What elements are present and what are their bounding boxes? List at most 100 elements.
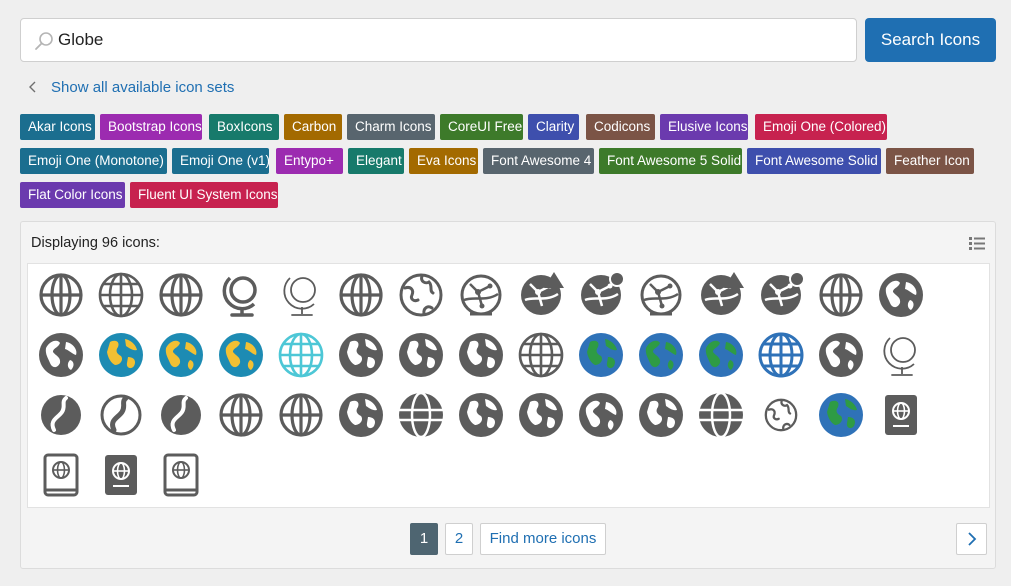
passport-outline-icon (163, 453, 199, 497)
back-link-label: Show all available icon sets (51, 78, 235, 96)
earth-asia-blue-icon (639, 333, 683, 377)
icon-tile[interactable] (35, 449, 87, 501)
icon-tile[interactable] (635, 269, 687, 321)
page-2-button[interactable]: 2 (445, 523, 473, 555)
icon-tile[interactable] (35, 329, 87, 381)
icon-tile[interactable] (515, 389, 567, 441)
list-view-icon[interactable] (968, 234, 986, 252)
earth-africa-icon (879, 273, 923, 317)
icon-set-tag[interactable]: Font Awesome 5 Solid (599, 148, 742, 174)
globe-icon (219, 393, 263, 437)
icon-tile[interactable] (395, 329, 447, 381)
icon-tile[interactable] (695, 269, 747, 321)
icon-tile[interactable] (455, 389, 507, 441)
icon-set-tag[interactable]: Emoji One (v1) (172, 148, 270, 174)
search-input[interactable] (58, 23, 838, 57)
icon-set-tag[interactable]: Elusive Icons (660, 114, 748, 140)
desk-globe-outline-icon (283, 277, 316, 316)
globe-network-icon (640, 274, 682, 316)
icon-tile[interactable] (155, 269, 207, 321)
icon-tile[interactable] (635, 329, 687, 381)
desk-globe-icon (222, 276, 257, 317)
icon-set-tag[interactable]: Carbon (284, 114, 342, 140)
earth-americas-icon (339, 393, 383, 437)
icon-set-tag[interactable]: Font Awesome Solid (747, 148, 881, 174)
search-icons-button[interactable]: Search Icons (865, 18, 996, 62)
icon-tile[interactable] (215, 269, 267, 321)
icon-tile[interactable] (395, 389, 447, 441)
icon-set-tag[interactable]: Font Awesome 4 (483, 148, 594, 174)
icon-set-tag[interactable]: Codicons (586, 114, 655, 140)
icon-set-tag[interactable]: Fluent UI System Icons (130, 182, 278, 208)
icon-set-tag[interactable]: Emoji One (Monotone) (20, 148, 167, 174)
icon-set-tag[interactable]: Emoji One (Colored) (755, 114, 887, 140)
icon-tile[interactable] (35, 269, 87, 321)
icon-tile[interactable] (875, 329, 927, 381)
icon-tile[interactable] (875, 389, 927, 441)
icon-tile[interactable] (95, 389, 147, 441)
passport-outline-icon (43, 453, 79, 497)
globe-meridian-blue-icon (758, 332, 804, 378)
earth-europe-icon (639, 393, 683, 437)
icon-tile[interactable] (695, 329, 747, 381)
icon-tile[interactable] (575, 329, 627, 381)
earth-africa-icon (39, 333, 83, 377)
icon-tile[interactable] (455, 329, 507, 381)
icon-tile[interactable] (335, 329, 387, 381)
icon-tile[interactable] (575, 389, 627, 441)
icon-tile[interactable] (95, 449, 147, 501)
icon-set-tag[interactable]: Entypo+ (276, 148, 343, 174)
icon-tile[interactable] (635, 389, 687, 441)
icon-set-tag[interactable]: Elegant (348, 148, 404, 174)
icon-set-tag[interactable]: Charm Icons (347, 114, 435, 140)
earth-asia-icon (579, 393, 623, 437)
icon-tile[interactable] (275, 269, 327, 321)
icon-tile[interactable] (275, 329, 327, 381)
icon-tile[interactable] (815, 329, 867, 381)
icon-set-tag[interactable]: Feather Icon (886, 148, 974, 174)
icon-set-tag[interactable]: Bootstrap Icons (100, 114, 202, 140)
icon-tile[interactable] (215, 389, 267, 441)
icon-tile[interactable] (395, 269, 447, 321)
icon-set-tag[interactable]: Flat Color Icons (20, 182, 125, 208)
icon-tile[interactable] (815, 389, 867, 441)
icon-tile[interactable] (95, 329, 147, 381)
icon-tile[interactable] (515, 269, 567, 321)
icon-tile[interactable] (575, 269, 627, 321)
find-more-icons-button[interactable]: Find more icons (480, 523, 606, 555)
icon-tile[interactable] (335, 389, 387, 441)
icon-tile[interactable] (755, 269, 807, 321)
earth-americas-blue-icon (579, 333, 623, 377)
icon-tile[interactable] (875, 269, 927, 321)
icon-set-tag[interactable]: CoreUI Free (440, 114, 523, 140)
icon-tile[interactable] (215, 329, 267, 381)
earth-asia-color-icon (159, 333, 203, 377)
page-1-button[interactable]: 1 (410, 523, 438, 555)
next-page-button[interactable] (956, 523, 987, 555)
icon-tile[interactable] (755, 389, 807, 441)
icon-tile[interactable] (695, 389, 747, 441)
tag-row: Emoji One (Monotone) Emoji One (v1) Entypo… (20, 148, 996, 174)
search-box[interactable] (20, 18, 857, 62)
icon-tile[interactable] (335, 269, 387, 321)
icon-tile[interactable] (155, 329, 207, 381)
globe-network-dot-icon (761, 271, 805, 315)
search-row: Search Icons (20, 18, 996, 62)
icon-set-tag[interactable]: BoxIcons (209, 114, 279, 140)
show-all-icon-sets-link[interactable]: Show all available icon sets (27, 76, 234, 98)
icon-tile[interactable] (155, 389, 207, 441)
icon-set-tag[interactable]: Clarity (528, 114, 579, 140)
icon-tile[interactable] (95, 269, 147, 321)
icon-tile[interactable] (275, 389, 327, 441)
globe-icon (39, 273, 83, 317)
icon-set-tag[interactable]: Eva Icons (409, 148, 478, 174)
icon-tile[interactable] (755, 329, 807, 381)
icon-set-tag[interactable]: Akar Icons (20, 114, 95, 140)
icon-tile[interactable] (155, 449, 207, 501)
icon-tile[interactable] (515, 329, 567, 381)
desk-globe-outline-icon (883, 337, 916, 376)
icon-tile[interactable] (815, 269, 867, 321)
icon-tile[interactable] (35, 389, 87, 441)
globe-grid-icon (518, 332, 564, 378)
icon-tile[interactable] (455, 269, 507, 321)
